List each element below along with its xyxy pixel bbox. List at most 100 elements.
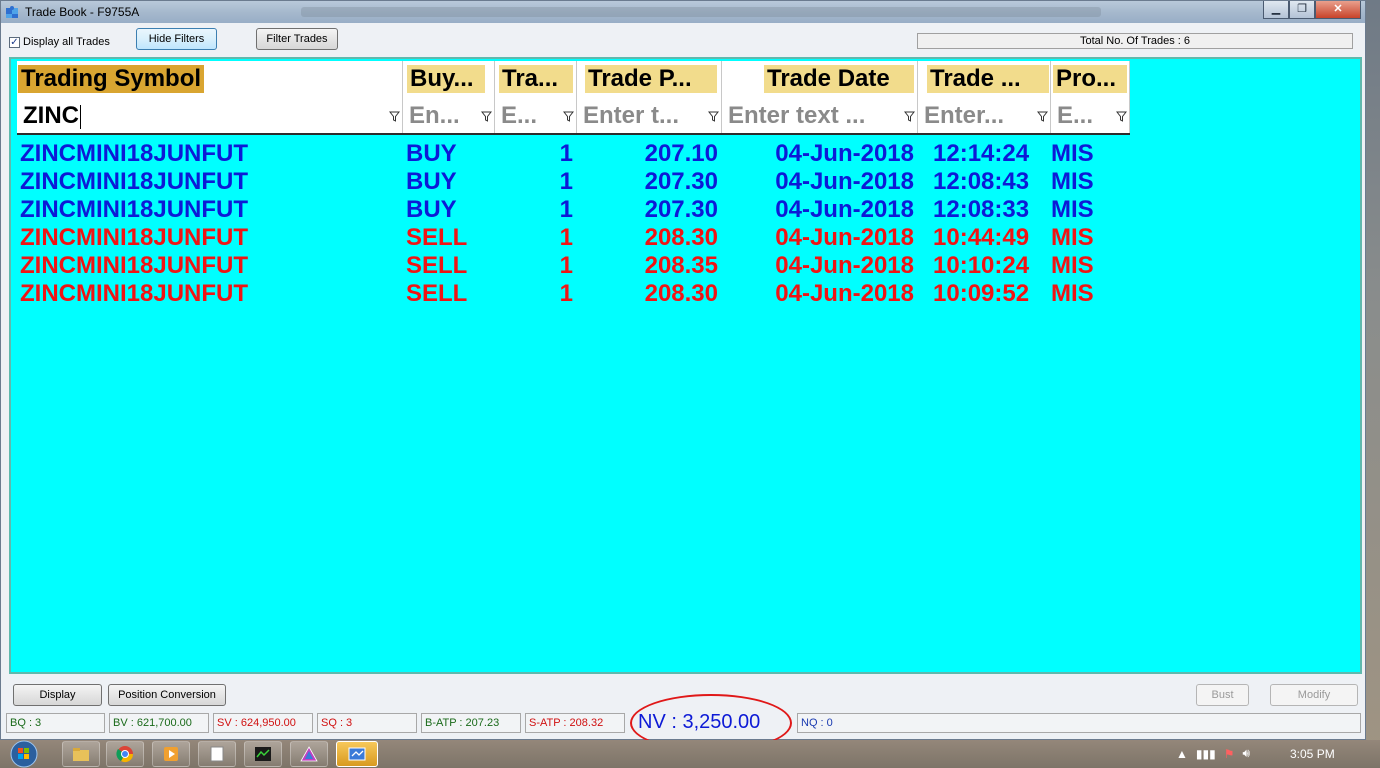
minimize-icon: ▁ [1271,3,1281,15]
product-cell: MIS [1051,224,1094,251]
product-cell: MIS [1051,140,1094,167]
column-header-trade-time[interactable]: Trade ... [918,61,1051,98]
buy-sell-cell: SELL [406,280,468,307]
trade-rows: ZINCMINI18JUNFUT BUY 1 207.10 04-Jun-201… [11,140,1121,308]
start-button[interactable] [4,740,44,768]
close-icon: ✕ [1333,3,1343,15]
display-all-trades-checkbox[interactable]: ✓ Display all Trades [9,36,110,48]
checkmark-icon: ✓ [9,36,20,48]
filter-funnel-icon[interactable] [708,111,719,122]
windows-taskbar: ▲ ▮▮▮ ⚑ 🔊︎ 3:05 PM [0,740,1380,768]
media-player-icon[interactable] [152,741,190,767]
sell-average-price: S-ATP : 208.32 [525,713,625,733]
maximize-icon: ❐ [1297,3,1307,15]
display-all-trades-label: Display all Trades [23,36,110,48]
trade-price-cell: 207.30 [644,196,718,223]
column-header-trade-price[interactable]: Trade P... [577,61,722,98]
hide-filters-button[interactable]: Hide Filters [136,28,217,50]
product-cell: MIS [1051,252,1094,279]
table-row[interactable]: ZINCMINI18JUNFUT SELL 1 208.30 04-Jun-20… [11,224,1121,252]
buy-sell-cell: SELL [406,224,468,251]
filter-trades-button[interactable]: Filter Trades [256,28,338,50]
trade-price-cell: 207.30 [644,168,718,195]
table-row[interactable]: ZINCMINI18JUNFUT BUY 1 207.10 04-Jun-201… [11,140,1121,168]
filter-trading-symbol-input[interactable]: ZINC [17,98,403,133]
filter-funnel-icon[interactable] [1116,111,1127,122]
tray-expand-icon[interactable]: ▲ [1176,747,1188,761]
trade-date-cell: 04-Jun-2018 [775,252,914,279]
display-button[interactable]: Display [13,684,102,706]
chrome-icon[interactable] [106,741,144,767]
traded-qty-cell: 1 [559,196,573,223]
filter-trade-date-input[interactable]: Enter text ... [722,98,918,133]
trade-book-icon[interactable] [336,741,378,767]
filter-trading-symbol-value: ZINC [23,102,81,129]
position-conversion-button[interactable]: Position Conversion [108,684,226,706]
column-header-trading-symbol[interactable]: Trading Symbol [17,61,403,98]
buy-sell-cell: BUY [406,168,457,195]
filter-trade-price-input[interactable]: Enter t... [577,98,722,133]
traded-qty-cell: 1 [559,280,573,307]
table-row[interactable]: ZINCMINI18JUNFUT BUY 1 207.30 04-Jun-201… [11,196,1121,224]
trade-grid: Trading Symbol Buy... Tra... Trade P... … [9,57,1362,674]
bust-button[interactable]: Bust [1196,684,1249,706]
trade-price-cell: 208.35 [644,252,718,279]
windows-explorer-icon[interactable] [62,741,100,767]
window-title: Trade Book - F9755A [25,5,140,19]
windows-logo-icon [10,740,38,768]
buy-sell-cell: BUY [406,140,457,167]
trade-date-cell: 04-Jun-2018 [775,168,914,195]
buy-average-price: B-ATP : 207.23 [421,713,521,733]
table-row[interactable]: ZINCMINI18JUNFUT SELL 1 208.35 04-Jun-20… [11,252,1121,280]
column-header-product[interactable]: Pro... [1051,61,1130,98]
trade-time-cell: 12:14:24 [933,140,1030,167]
trading-symbol-cell: ZINCMINI18JUNFUT [20,224,249,251]
filter-funnel-icon[interactable] [904,111,915,122]
taskbar-clock[interactable]: 3:05 PM [1290,747,1335,761]
column-header-traded-qty[interactable]: Tra... [495,61,577,98]
action-center-flag-icon[interactable]: ⚑ [1224,747,1235,761]
column-header-buy-sell[interactable]: Buy... [403,61,495,98]
trade-time-cell: 10:09:52 [933,280,1030,307]
product-cell: MIS [1051,168,1094,195]
table-row[interactable]: ZINCMINI18JUNFUT SELL 1 208.30 04-Jun-20… [11,280,1121,308]
trading-app-icon[interactable] [244,741,282,767]
filter-trade-time-input[interactable]: Enter... [918,98,1051,133]
trading-symbol-cell: ZINCMINI18JUNFUT [20,168,249,195]
volume-icon[interactable]: 🔊︎ [1242,746,1250,761]
buy-sell-cell: SELL [406,252,468,279]
close-button[interactable]: ✕ [1315,1,1361,19]
buy-sell-cell: BUY [406,196,457,223]
table-row[interactable]: ZINCMINI18JUNFUT BUY 1 207.30 04-Jun-201… [11,168,1121,196]
trade-price-cell: 208.30 [644,224,718,251]
filter-product-input[interactable]: E... [1051,98,1130,133]
trade-date-cell: 04-Jun-2018 [775,140,914,167]
notepad-icon[interactable] [198,741,236,767]
filter-funnel-icon[interactable] [389,111,400,122]
trade-date-cell: 04-Jun-2018 [775,196,914,223]
trading-symbol-cell: ZINCMINI18JUNFUT [20,280,249,307]
maximize-button[interactable]: ❐ [1289,1,1315,19]
title-bar[interactable]: Trade Book - F9755A ▁ ❐ ✕ [1,1,1365,23]
buy-value: BV : 621,700.00 [109,713,209,733]
traded-qty-cell: 1 [559,252,573,279]
minimize-button[interactable]: ▁ [1263,1,1289,19]
filter-traded-qty-input[interactable]: E... [495,98,577,133]
trade-price-cell: 207.10 [644,140,718,167]
traded-qty-cell: 1 [559,224,573,251]
filter-buy-sell-input[interactable]: En... [403,98,495,133]
filter-funnel-icon[interactable] [1037,111,1048,122]
sell-quantity: SQ : 3 [317,713,417,733]
filter-funnel-icon[interactable] [563,111,574,122]
net-quantity: NQ : 0 [797,713,1361,733]
text-caret [80,104,81,129]
system-tray: ▲ ▮▮▮ ⚑ 🔊︎ [1176,746,1250,761]
column-header-trade-date[interactable]: Trade Date [722,61,918,98]
modify-button[interactable]: Modify [1270,684,1358,706]
filter-funnel-icon[interactable] [481,111,492,122]
toolbar: ✓ Display all Trades Hide Filters Filter… [1,23,1365,57]
grid-filter-row: ZINC En... E... Enter t... Enter text ..… [17,98,1130,135]
prism-app-icon[interactable] [290,741,328,767]
total-trades-count: Total No. Of Trades : 6 [917,33,1353,49]
network-signal-icon[interactable]: ▮▮▮ [1196,747,1216,761]
